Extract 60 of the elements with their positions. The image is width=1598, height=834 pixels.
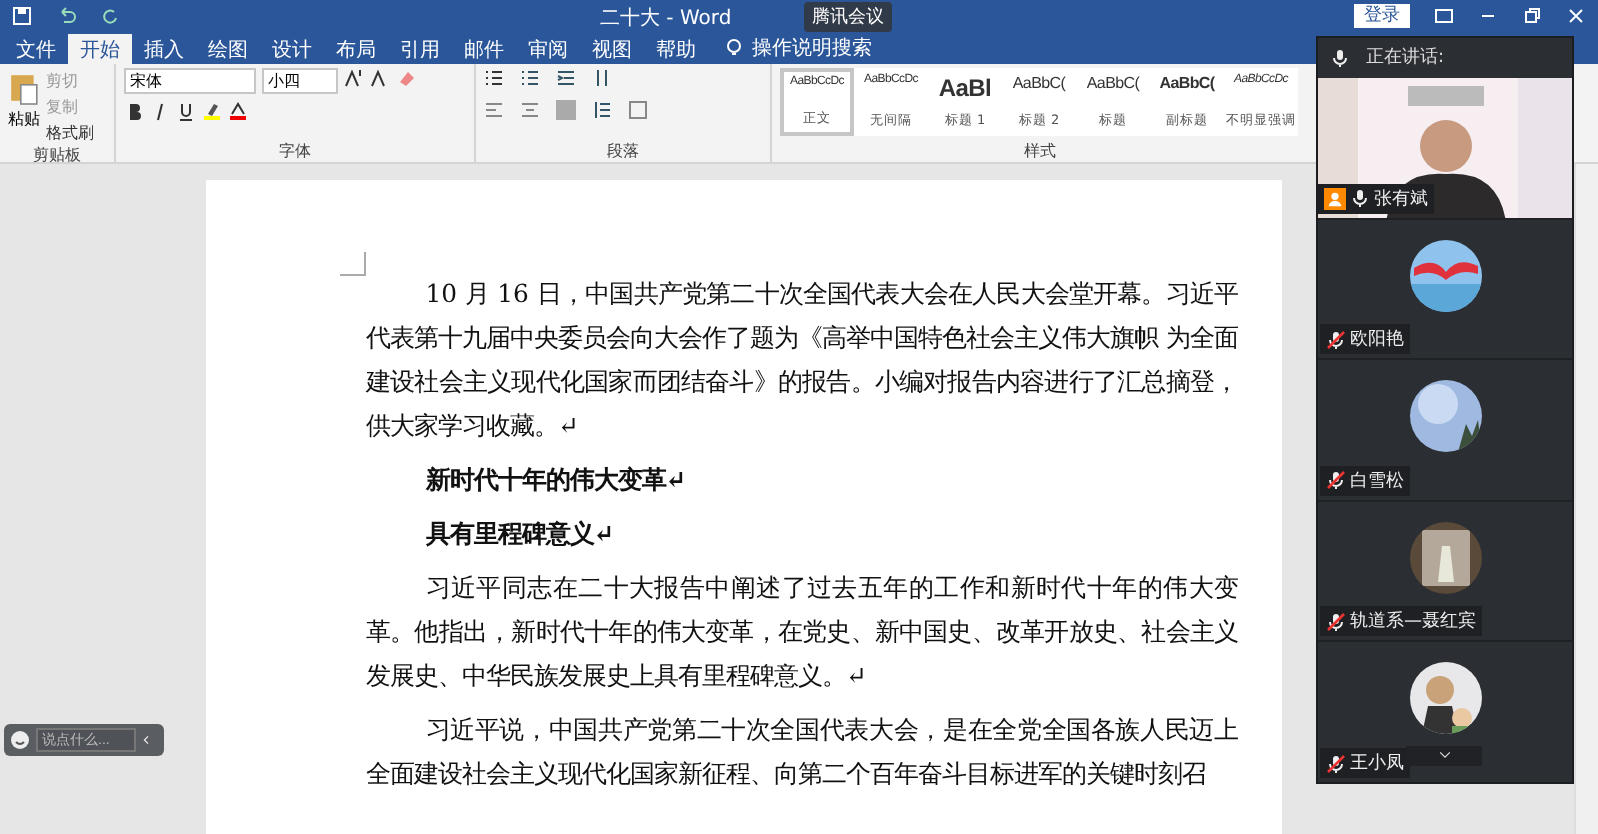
ribbon-display-icon[interactable]	[1434, 6, 1454, 26]
ribbon-tab[interactable]: 帮助	[644, 34, 708, 64]
document-heading: 新时代十年的伟大变革↵	[423, 462, 689, 498]
save-icon[interactable]	[12, 6, 32, 26]
participant-name: 白雪松	[1320, 465, 1410, 496]
indent-icon	[556, 68, 576, 88]
close-icon[interactable]	[1566, 6, 1586, 26]
bold-icon	[124, 102, 144, 122]
ribbon-tab[interactable]: 文件	[4, 34, 68, 64]
speaking-label: 正在讲话:	[1366, 45, 1445, 71]
ribbon-tab[interactable]: 视图	[580, 34, 644, 64]
group-label: 段落	[605, 140, 641, 162]
participant-name: 王小凤	[1320, 748, 1410, 778]
numbering-icon	[520, 68, 540, 88]
group-label: 字体	[277, 140, 313, 162]
emoji-icon	[10, 730, 30, 750]
host-icon	[1324, 187, 1346, 210]
group-label: 样式	[1022, 140, 1058, 162]
format-painter-button[interactable]: 格式刷	[46, 120, 94, 144]
document-paragraph: 10 月 16 日，中国共产党第二十次全国代表大会在人民大会堂开幕。习近平代表第十九届中央委员会向大会作了题为《高举中国特色社会主义伟大旗帜 为全面建设社会主义现代化国家而团结奋斗》的报告。小编对报告内容进行了汇总摘登，供大家学习收藏。↵	[366, 276, 1238, 444]
mic-icon	[1330, 47, 1350, 68]
meeting-badge: 腾讯会议	[804, 2, 892, 32]
window-title: 二十大 - Word	[600, 5, 732, 32]
align-center-icon	[520, 100, 540, 120]
line-spacing-icon	[592, 100, 612, 120]
ribbon-tab[interactable]: 开始	[68, 34, 132, 64]
ribbon-tab[interactable]: 布局	[324, 34, 388, 64]
grow-font-icon	[344, 68, 364, 88]
tell-me-search[interactable]: 操作说明搜索	[752, 34, 872, 62]
participant-name: 轨道系—聂红宾	[1320, 606, 1482, 637]
login-button[interactable]: 登录	[1354, 4, 1410, 28]
bullets-icon	[484, 68, 504, 88]
chevron-down-icon	[1437, 750, 1451, 762]
participant-name: 张有斌	[1318, 183, 1434, 214]
undo-icon[interactable]	[56, 6, 76, 26]
document-paragraph: 习近平说，中国共产党第二十次全国代表大会，是在全党全国各族人民迈上全面建设社会主义现代化国家新征程、向第二个百年奋斗目标进军的关键时刻召	[366, 712, 1238, 792]
document-heading: 具有里程碑意义↵	[423, 516, 617, 552]
document-paragraph: 习近平同志在二十大报告中阐述了过去五年的工作和新时代十年的伟大变革。他指出，新时代十年的伟大变革，在党史、新中国史、改革开放史、社会主义发展史、中华民族发展史上具有里程碑意义。↵	[366, 570, 1238, 694]
lightbulb-icon	[724, 38, 744, 58]
shrink-font-icon	[370, 68, 390, 88]
participant-name: 欧阳艳	[1320, 324, 1410, 355]
ribbon-tab[interactable]: 插入	[132, 34, 196, 64]
restore-icon[interactable]	[1522, 6, 1542, 26]
highlight-icon	[202, 102, 222, 122]
ribbon-tab[interactable]: 设计	[260, 34, 324, 64]
font-color-icon	[228, 102, 248, 122]
font-name-field[interactable]: 宋体	[124, 68, 256, 94]
align-left-icon	[484, 100, 504, 120]
font-size-field[interactable]: 小四	[262, 68, 338, 94]
redo-icon[interactable]	[100, 6, 120, 26]
borders-icon	[628, 100, 648, 120]
paste-button[interactable]: 粘贴	[8, 108, 40, 130]
eraser-icon	[396, 68, 416, 88]
underline-icon	[176, 102, 196, 122]
ribbon-tab[interactable]: 引用	[388, 34, 452, 64]
ribbon-tab[interactable]: 绘图	[196, 34, 260, 64]
ribbon-tab[interactable]: 邮件	[452, 34, 516, 64]
group-label: 剪贴板	[31, 144, 83, 166]
scrollbar[interactable]	[1574, 164, 1598, 834]
ribbon-tab[interactable]: 审阅	[516, 34, 580, 64]
